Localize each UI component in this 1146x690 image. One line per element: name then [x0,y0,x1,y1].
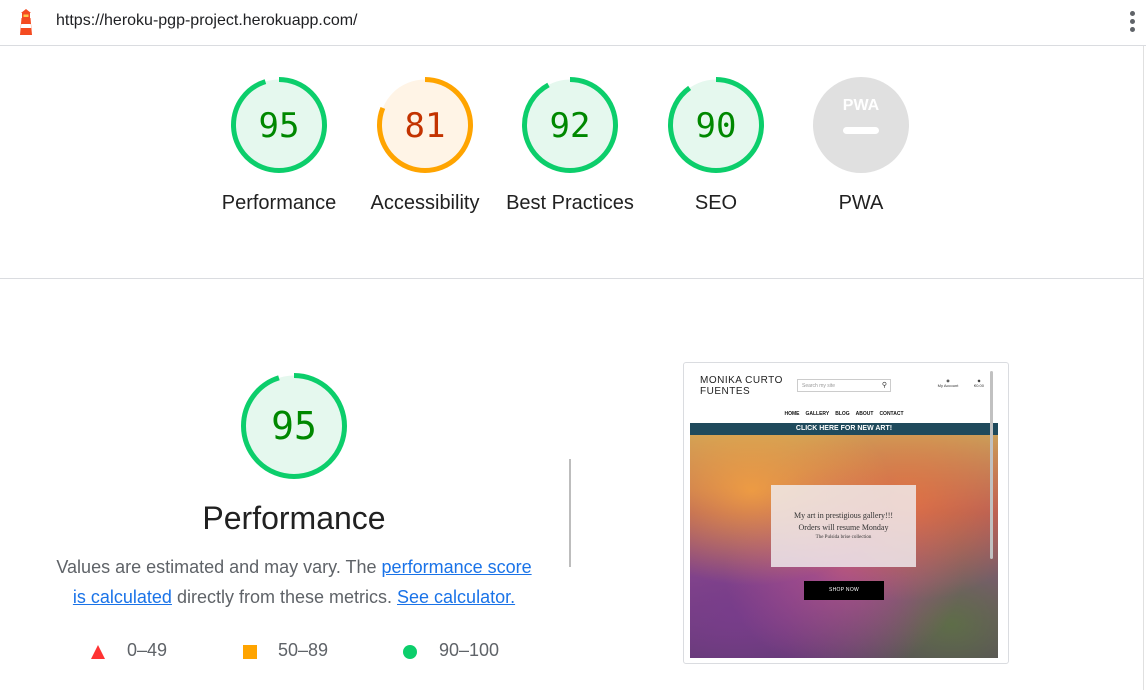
gauge-score: 92 [550,106,591,146]
performance-description: Values are estimated and may vary. The p… [52,552,536,612]
pwa-badge-icon: PWA [813,77,909,173]
triangle-icon [91,645,105,659]
performance-score: 95 [271,404,317,448]
gauge-ring: 92 [522,77,618,173]
gauge-seo[interactable]: 90 SEO [651,76,781,218]
gauge-score: 90 [696,106,737,146]
square-icon [243,645,257,659]
lighthouse-icon [20,9,32,35]
final-screenshot[interactable]: MONIKA CURTO FUENTES Search my site ⚲ ◉ … [683,362,1009,664]
gauge-ring: 95 [231,77,327,173]
site-brand: MONIKA CURTO FUENTES [700,375,783,397]
site-nav: HOME GALLERY BLOG ABOUT CONTACT [784,411,904,417]
performance-gauge-large[interactable]: 95 [239,371,349,486]
circle-icon [403,645,417,659]
gauge-label: Performance [221,192,337,214]
site-banner: CLICK HERE FOR NEW ART! [690,423,998,435]
site-account: ◉ My Account [934,378,962,388]
thumb-scrollbar [990,371,993,559]
desc-middle: directly from these metrics. [171,587,398,607]
report-topbar: https://heroku-pgp-project.herokuapp.com… [0,0,1146,46]
performance-title: Performance [202,500,386,536]
report-url: https://heroku-pgp-project.herokuapp.com… [56,12,358,29]
gauge-label: Best Practices [506,192,634,214]
section-vertical-divider [569,459,571,567]
legend-average-range: 50–89 [278,640,329,660]
site-cart: ◆ €0.00 [970,378,988,388]
legend-pass-range: 90–100 [439,640,500,660]
desc-prefix: Values are estimated and may vary. The [56,557,382,577]
gauge-ring: 81 [377,77,473,173]
gauge-score: 81 [405,106,446,146]
gauge-performance[interactable]: 95 Performance [214,76,344,218]
gauge-label: SEO [694,192,738,214]
shop-now-button: SHOP NOW [804,581,884,600]
gauge-label: Accessibility [370,192,480,214]
site-search-input: Search my site ⚲ [797,379,891,392]
gauge-score: 95 [259,106,300,146]
gauge-best-practices[interactable]: 92 Best Practices [505,76,635,218]
pwa-badge-text: PWA [843,97,880,114]
hero-text-box: My art in prestigious gallery!!! Orders … [771,485,916,567]
screenshot-page: MONIKA CURTO FUENTES Search my site ⚲ ◉ … [690,369,998,658]
gauge-pwa[interactable]: PWA PWA [796,76,926,218]
scroll-edge [1143,46,1144,690]
see-calculator-link[interactable]: See calculator. [397,587,515,607]
search-icon: ⚲ [881,382,887,389]
site-hero-painting: My art in prestigious gallery!!! Orders … [690,435,998,658]
legend-fail-range: 0–49 [127,640,168,660]
gauge-ring: 90 [668,77,764,173]
gauge-accessibility[interactable]: 81 Accessibility [360,76,490,218]
section-divider [0,278,1143,279]
gauge-label: PWA [838,192,884,214]
more-vert-icon[interactable] [1126,9,1138,37]
